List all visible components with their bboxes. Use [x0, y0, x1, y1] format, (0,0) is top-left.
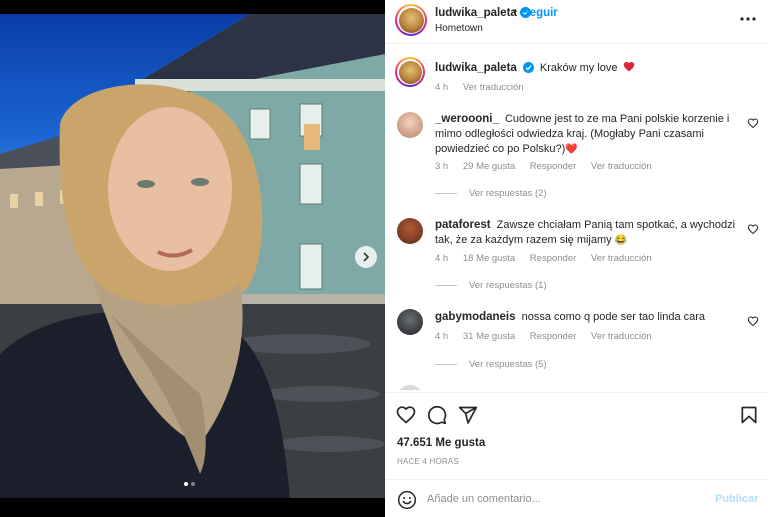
comment-icon[interactable] [427, 405, 447, 425]
comment-meta: 4 h 31 Me gusta Responder Ver traducción [435, 331, 664, 342]
comment-reply-button[interactable]: Responder [530, 331, 576, 342]
lit-window [304, 124, 320, 150]
caption-meta: 4 h Ver traducción [435, 82, 536, 93]
comment-like-heart-icon[interactable] [747, 315, 759, 327]
photo-bottom-letterbox [0, 498, 385, 517]
send-icon[interactable] [458, 405, 478, 425]
next-comment-avatar[interactable] [397, 385, 423, 390]
caption-text: ludwika_paleta Kraków my love [435, 61, 743, 76]
comment-emoji: 😂 [614, 235, 628, 246]
comment-emoji: ❤️ [565, 144, 578, 155]
replies-divider [435, 364, 457, 365]
comment-avatar[interactable] [397, 112, 423, 138]
comment-likes[interactable]: 29 Me gusta [463, 161, 515, 172]
comment-meta: 3 h 29 Me gusta Responder Ver traducción [435, 161, 664, 172]
post-location[interactable]: Hometown [435, 23, 483, 34]
chevron-right-icon [363, 252, 370, 262]
comment-like-heart-icon[interactable] [747, 117, 759, 129]
post-details-panel: ludwika_paleta • Seguir Hometown ludwika… [385, 0, 768, 517]
view-replies-button[interactable]: Ver respuestas (5) [435, 359, 547, 370]
comment-avatar[interactable] [397, 309, 423, 335]
header-separator: • [513, 6, 518, 18]
comment-time: 4 h [435, 253, 449, 264]
comment-meta: 4 h 18 Me gusta Responder Ver traducción [435, 253, 664, 264]
carousel-dot [191, 482, 195, 486]
comment-translate-button[interactable]: Ver traducción [591, 253, 652, 264]
post-header: ludwika_paleta • Seguir Hometown [385, 0, 768, 44]
comment-likes[interactable]: 31 Me gusta [463, 331, 515, 342]
view-replies-label: Ver respuestas (1) [469, 280, 547, 291]
comment-username[interactable]: _weroooni_ [435, 113, 499, 125]
comment-text: gabymodaneis nossa como q pode ser tao l… [435, 310, 743, 325]
comment-username[interactable]: gabymodaneis [435, 311, 516, 323]
post-photo[interactable] [0, 0, 385, 517]
likes-count[interactable]: 47.651 Me gusta [397, 437, 485, 449]
caption-body: Kraków my love [539, 62, 618, 74]
carousel-indicator [184, 482, 195, 486]
comment-input[interactable] [427, 488, 697, 510]
more-dots-icon[interactable] [738, 11, 758, 27]
replies-divider [435, 193, 457, 194]
carousel-dot [184, 482, 188, 486]
replies-divider [435, 285, 457, 286]
view-replies-button[interactable]: Ver respuestas (2) [435, 188, 547, 199]
comment-avatar[interactable] [397, 218, 423, 244]
comment-likes[interactable]: 18 Me gusta [463, 253, 515, 264]
publish-button[interactable]: Publicar [715, 493, 758, 505]
post-actions-bar [385, 392, 768, 434]
comment-like-heart-icon[interactable] [747, 223, 759, 235]
view-replies-button[interactable]: Ver respuestas (1) [435, 280, 547, 291]
author-avatar[interactable] [395, 4, 427, 36]
caption-username[interactable]: ludwika_paleta [435, 62, 517, 74]
heart-icon[interactable] [396, 405, 416, 425]
comment-translate-button[interactable]: Ver traducción [591, 331, 652, 342]
comment-text: _weroooni_ Cudowne jest to ze ma Pani po… [435, 112, 743, 157]
comment-time: 3 h [435, 161, 449, 172]
view-replies-label: Ver respuestas (5) [469, 359, 547, 370]
comment-username[interactable]: pataforest [435, 219, 491, 231]
caption-time: 4 h [435, 82, 449, 93]
comments-list[interactable]: ludwika_paleta Kraków my love 4 h Ver tr… [385, 45, 768, 390]
post-viewer: ludwika_paleta • Seguir Hometown ludwika… [0, 0, 768, 517]
comment-body: nossa como q pode ser tao linda cara [521, 311, 706, 323]
emoji-icon[interactable] [397, 490, 417, 510]
caption-translate-button[interactable]: Ver traducción [463, 82, 524, 93]
photo-top-letterbox [0, 0, 385, 14]
comment-time: 4 h [435, 331, 449, 342]
view-replies-label: Ver respuestas (2) [469, 188, 547, 199]
face [108, 107, 232, 271]
comment-reply-button[interactable]: Responder [530, 161, 576, 172]
verified-badge-icon [522, 62, 534, 73]
post-timestamp: HACE 4 HORAS [397, 457, 459, 466]
add-comment-bar: Publicar [385, 479, 768, 517]
bookmark-icon[interactable] [739, 405, 759, 425]
comment-text: pataforest Zawsze chciałam Panią tam spo… [435, 218, 743, 248]
comment-translate-button[interactable]: Ver traducción [591, 161, 652, 172]
follow-button[interactable]: Seguir [522, 7, 558, 19]
carousel-next-button[interactable] [355, 246, 377, 268]
red-heart-emoji-icon [623, 62, 634, 72]
comment-reply-button[interactable]: Responder [530, 253, 576, 264]
caption-avatar[interactable] [395, 57, 425, 87]
photo-scene [0, 14, 385, 500]
